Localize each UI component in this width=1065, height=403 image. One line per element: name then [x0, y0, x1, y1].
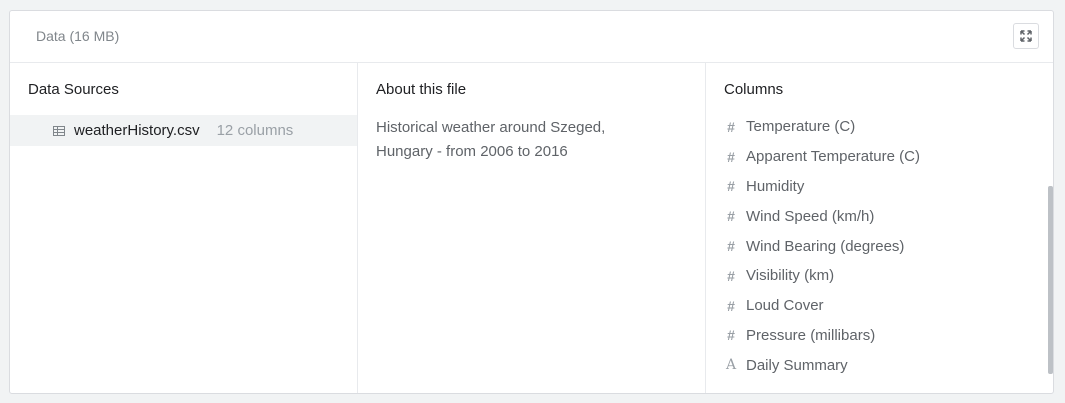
column-item[interactable]: # Apparent Temperature (C) [724, 142, 1053, 172]
column-name: Temperature (C) [746, 118, 856, 136]
table-icon [53, 125, 65, 136]
column-item[interactable]: # Humidity [724, 172, 1053, 202]
column-item[interactable]: # Loud Cover [724, 291, 1053, 321]
data-panel: Data (16 MB) Data Sources weatherHistory… [9, 10, 1054, 394]
about-description-line: Hungary - from 2006 to 2016 [376, 143, 568, 160]
column-name: Loud Cover [746, 297, 824, 315]
expand-button[interactable] [1013, 23, 1039, 49]
numeric-type-icon: # [727, 327, 735, 344]
column-name: Humidity [746, 177, 805, 195]
column-name: Daily Summary [746, 356, 848, 374]
numeric-type-icon: # [727, 267, 735, 284]
numeric-type-icon: # [727, 208, 735, 225]
columns-heading: Columns [724, 81, 784, 98]
panel-columns: Data Sources weatherHistory.csv 12 colum… [10, 63, 1053, 393]
numeric-type-icon: # [727, 297, 735, 314]
column-name: Wind Bearing (degrees) [746, 237, 905, 255]
about-heading: About this file [376, 81, 467, 98]
numeric-type-icon: # [727, 118, 735, 135]
expand-icon [1020, 30, 1032, 42]
column-item[interactable]: A Daily Summary [724, 350, 1053, 380]
about-section: About this file Historical weather aroun… [358, 63, 706, 393]
column-name: Pressure (millibars) [746, 326, 876, 344]
column-name: Apparent Temperature (C) [746, 148, 920, 166]
columns-scrollbar[interactable] [1048, 186, 1053, 374]
numeric-type-icon: # [727, 178, 735, 195]
data-source-item[interactable]: weatherHistory.csv 12 columns [10, 115, 357, 146]
string-type-icon: A [725, 357, 737, 374]
columns-list: # Temperature (C) # Apparent Temperature (C… [724, 112, 1053, 380]
column-item[interactable]: # Wind Speed (km/h) [724, 201, 1053, 231]
column-item[interactable]: # Temperature (C) [724, 112, 1053, 142]
data-source-name: weatherHistory.csv [74, 122, 200, 139]
data-sources-heading: Data Sources [28, 81, 119, 98]
data-sources-section: Data Sources weatherHistory.csv 12 colum… [10, 63, 358, 393]
about-description: Historical weather around Szeged, Hungar… [376, 116, 676, 164]
about-description-line: Historical weather around Szeged, [376, 119, 606, 136]
column-name: Wind Speed (km/h) [746, 207, 875, 225]
column-item[interactable]: # Visibility (km) [724, 261, 1053, 291]
column-item[interactable]: # Wind Bearing (degrees) [724, 231, 1053, 261]
columns-section: Columns # Temperature (C) # Apparent Temper… [706, 63, 1053, 393]
column-item[interactable]: # Pressure (millibars) [724, 321, 1053, 351]
data-source-column-count: 12 columns [216, 122, 294, 139]
numeric-type-icon: # [727, 148, 735, 165]
column-name: Visibility (km) [746, 267, 835, 285]
panel-header: Data (16 MB) [10, 11, 1053, 63]
numeric-type-icon: # [727, 238, 735, 255]
panel-title: Data (16 MB) [36, 28, 120, 44]
